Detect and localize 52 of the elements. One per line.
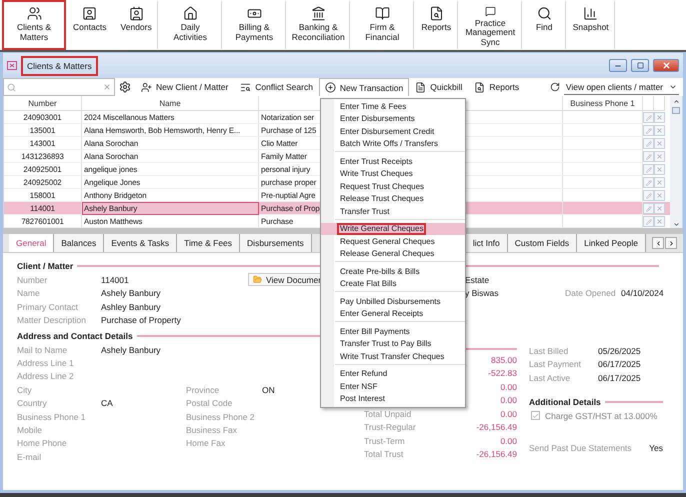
balance-amount: 0.00: [500, 395, 517, 406]
balance-amount: 0.00: [500, 408, 517, 419]
field-value: ON: [262, 384, 276, 395]
field-value: 04/10/2024: [621, 288, 665, 298]
field-label: Business Phone 1: [17, 412, 87, 422]
field-label: Country: [17, 398, 48, 408]
field-label: Name: [17, 288, 41, 298]
field-label: Last Active: [529, 372, 572, 383]
section-heading: Address and Contact Details: [17, 331, 133, 341]
field-label: Primary Contact: [17, 302, 79, 312]
field-value: 06/17/2025: [598, 359, 642, 370]
field-value: 06/17/2025: [598, 372, 642, 383]
field-value: Purchase of Property: [101, 315, 182, 326]
balance-amount: -522.83: [488, 368, 517, 378]
field-label: Home Phone: [17, 438, 68, 448]
field-value: Yes: [649, 442, 663, 452]
field-label: Last Payment: [529, 359, 582, 370]
field-label: Send Past Due Statements: [529, 442, 633, 452]
balance-label: Total Unpaid: [364, 408, 412, 419]
field-label: City: [17, 384, 33, 395]
field-value: Ashely Banbury: [101, 288, 162, 298]
field-label: Date Opened: [565, 288, 617, 298]
field-label: Last Billed: [529, 346, 570, 356]
field-label: Mail to Name: [17, 344, 68, 355]
checkbox-label: Charge GST/HST at 13.000%: [545, 410, 658, 420]
field-value: Ashley Banbury: [101, 302, 162, 312]
field-label: E-mail: [17, 452, 42, 462]
section-heading: Client / Matter: [17, 261, 74, 271]
field-label: Matter Description: [17, 315, 87, 326]
section-heading: Additional Details: [529, 396, 601, 406]
window-title: Clients & Matters: [21, 56, 98, 76]
balance-amount: -26,156.49: [476, 449, 517, 460]
balance-amount: 0.00: [500, 382, 517, 392]
field-label: Business Fax: [186, 425, 238, 436]
balance-label: Total Trust: [364, 449, 404, 460]
balance-amount: 835.00: [491, 354, 517, 365]
field-label: Business Phone 2: [186, 412, 256, 422]
field-label: Address Line 1: [17, 358, 75, 368]
field-value: 114001: [101, 274, 130, 285]
balance-label: Trust-Regular: [364, 422, 416, 432]
field-value: Ashely Banbury: [101, 344, 162, 355]
field-label: Mobile: [17, 425, 44, 436]
balance-label: Trust-Term: [364, 436, 405, 446]
field-label: Home Fax: [186, 438, 226, 448]
field-value: 05/26/2025: [598, 346, 642, 356]
balance-amount: 0.00: [500, 436, 517, 446]
field-label: Postal Code: [186, 398, 234, 408]
balance-amount: -26,156.49: [476, 422, 517, 432]
field-label: Address Line 2: [17, 371, 75, 382]
field-label: Province: [186, 384, 220, 395]
field-label: Number: [17, 274, 48, 285]
field-value: CA: [101, 398, 114, 408]
